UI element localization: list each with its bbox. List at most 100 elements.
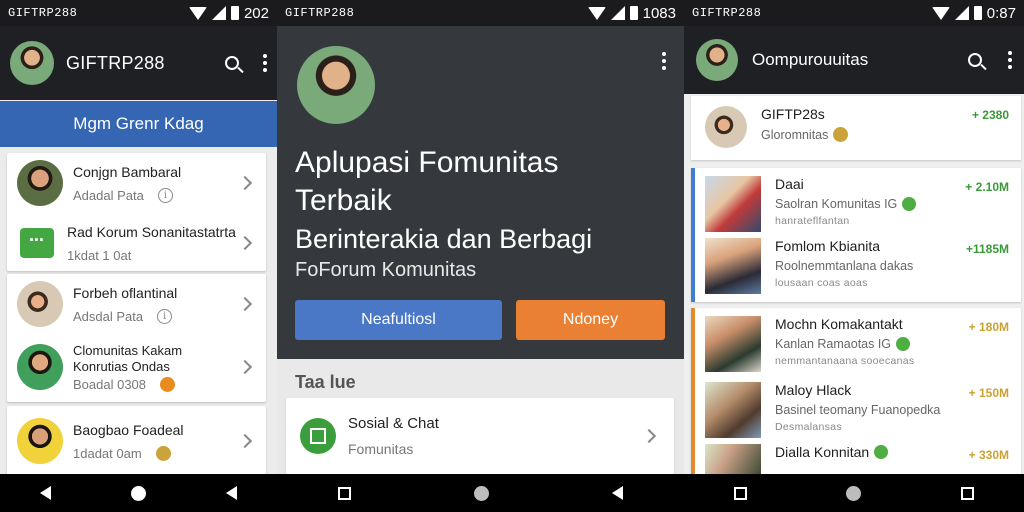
recents-icon[interactable] xyxy=(733,486,747,500)
profile-avatar[interactable] xyxy=(10,41,54,85)
signal-icon xyxy=(211,6,226,20)
list-item-subtitle: Boadal 0308 xyxy=(73,376,147,392)
hero-title: Aplupasi Fomunitas Terbaik xyxy=(295,146,559,217)
list-card: Forbeh oflantinal Adsdal Pata i Clomunita… xyxy=(7,274,266,402)
verified-icon xyxy=(896,337,911,351)
status-app-label: GIFTRP288 xyxy=(285,6,355,20)
chevron-right-icon xyxy=(237,235,253,251)
home-icon[interactable] xyxy=(131,485,146,501)
status-bar: GIFTRP288 0:87 xyxy=(684,0,1024,26)
list-card: Conjgn Bambaral Adadal Pata i Rad Korum S… xyxy=(7,153,266,271)
list-item[interactable]: Daai Saolran Komunitas IG hanrateflfanta… xyxy=(691,168,1021,232)
item-meta: lousaan coas aoas xyxy=(775,277,868,289)
status-bar: GIFTRP288 202 xyxy=(0,0,277,26)
avatar xyxy=(705,106,747,148)
system-nav-bar xyxy=(0,474,277,512)
wifi-icon xyxy=(188,6,207,20)
back-icon[interactable] xyxy=(611,486,623,500)
app-bar: GIFTRP288 xyxy=(0,26,277,100)
chat-icon xyxy=(20,228,54,258)
list-item[interactable]: Dialla Konnitan + 330M xyxy=(691,436,1021,476)
app-bar: Oompurouuitas xyxy=(684,26,1024,94)
chevron-right-icon xyxy=(237,359,253,375)
home-icon[interactable] xyxy=(473,485,489,501)
signal-icon xyxy=(610,6,625,20)
chevron-right-icon xyxy=(641,428,657,444)
item-subtitle: Saolran Komunitas IG xyxy=(775,197,898,211)
status-time: 0:87 xyxy=(986,4,1016,22)
category-card[interactable]: Sosial & Chat Fomunitas xyxy=(286,398,674,474)
chevron-right-icon xyxy=(237,175,253,191)
profile-avatar[interactable] xyxy=(696,39,738,81)
battery-icon xyxy=(973,6,982,20)
list-item-subtitle: Adadal Pata xyxy=(73,187,144,203)
avatar xyxy=(17,160,63,206)
home-icon[interactable] xyxy=(846,485,862,501)
item-value: + 150M xyxy=(968,386,1009,400)
primary-button[interactable]: Neafultiosl xyxy=(295,300,502,340)
more-options-icon[interactable] xyxy=(662,52,666,70)
status-time: 1083 xyxy=(642,4,676,22)
list-item[interactable]: Conjgn Bambaral Adadal Pata i xyxy=(7,153,266,213)
avatar xyxy=(17,344,63,390)
info-icon[interactable]: i xyxy=(157,308,173,324)
thumbnail xyxy=(705,444,761,474)
screen-2: GIFTRP288 1083 Aplupasi Fomunitas Terbai… xyxy=(277,0,684,512)
list-item[interactable]: Maloy Hlack Basinel teomany Fuanopedka D… xyxy=(691,374,1021,438)
more-options-icon[interactable] xyxy=(263,54,267,72)
back-icon[interactable] xyxy=(40,486,51,500)
banner-button[interactable]: Mgm Grenr Kdag xyxy=(0,101,277,147)
recents-icon[interactable] xyxy=(338,486,352,500)
chevron-right-icon xyxy=(237,296,253,312)
list-item[interactable]: Rad Korum Sonanitastatrta 1kdat 1 0at xyxy=(7,213,266,273)
list-item-title: Clomunitas Kakam Konrutias Ondas xyxy=(73,342,183,374)
list-item-title: Forbeh oflantinal xyxy=(73,284,178,301)
status-bar: GIFTRP288 1083 xyxy=(277,0,684,26)
secondary-button[interactable]: Ndoney xyxy=(516,300,665,340)
item-value: +1185M xyxy=(965,242,1009,256)
signal-icon xyxy=(954,6,969,20)
screen-3: GIFTRP288 0:87 Oompurouuitas GIFTP28s Gl… xyxy=(684,0,1024,512)
overview-icon[interactable] xyxy=(961,486,975,500)
battery-icon xyxy=(230,6,239,20)
search-icon[interactable] xyxy=(968,53,982,67)
section-heading: Taa lue xyxy=(295,372,356,392)
hero-tagline: FoForum Komunitas xyxy=(295,259,477,281)
wifi-icon xyxy=(931,6,950,20)
list-item[interactable]: Clomunitas Kakam Konrutias Ondas Boadal … xyxy=(7,334,266,400)
list-card: Daai Saolran Komunitas IG hanrateflfanta… xyxy=(691,168,1021,302)
item-value: + 2.10M xyxy=(965,180,1009,194)
item-title: Dialla Konnitan xyxy=(775,444,870,460)
list-card: Mochn Komakantakt Kanlan Ramaotas IG nem… xyxy=(691,308,1021,474)
avatar xyxy=(17,418,63,464)
list-item-title: Baogbao Foadeal xyxy=(73,421,184,438)
thumbnail xyxy=(705,316,761,372)
item-subtitle: Roolnemmtanlana dakas xyxy=(775,259,914,273)
verified-icon xyxy=(874,445,889,459)
list-card: Baogbao Foadeal 1dadat 0am xyxy=(7,406,266,476)
app-title: Oompurouuitas xyxy=(752,50,869,69)
verified-icon xyxy=(902,197,917,211)
list-item[interactable]: Baogbao Foadeal 1dadat 0am xyxy=(7,406,266,476)
category-subtitle: Fomunitas xyxy=(348,441,414,457)
chat-category-icon xyxy=(300,418,336,454)
item-subtitle: Basinel teomany Fuanopedka xyxy=(775,403,941,417)
recents-icon[interactable] xyxy=(226,486,237,500)
item-value: + 330M xyxy=(968,448,1009,462)
search-icon[interactable] xyxy=(225,56,239,70)
system-nav-bar xyxy=(277,474,684,512)
app-title: GIFTRP288 xyxy=(66,52,165,73)
list-item[interactable]: Forbeh oflantinal Adsdal Pata i xyxy=(7,274,266,334)
more-options-icon[interactable] xyxy=(1008,51,1012,69)
list-item[interactable]: Fomlom Kbianita Roolnemmtanlana dakas lo… xyxy=(691,230,1021,296)
screen-1: GIFTRP288 202 GIFTRP288 Mgm Grenr Kdag C… xyxy=(0,0,277,512)
item-meta: nemmantanaana sooecanas xyxy=(775,355,915,367)
wifi-icon xyxy=(587,6,606,20)
list-item[interactable]: Mochn Komakantakt Kanlan Ramaotas IG nem… xyxy=(691,308,1021,374)
thumbnail xyxy=(705,382,761,438)
info-icon[interactable]: i xyxy=(157,187,173,203)
account-value: + 2380 xyxy=(971,108,1009,122)
account-card[interactable]: GIFTP28s Gloromnitas + 2380 xyxy=(691,96,1021,160)
profile-avatar[interactable] xyxy=(297,46,375,124)
thumbnail xyxy=(705,176,761,232)
